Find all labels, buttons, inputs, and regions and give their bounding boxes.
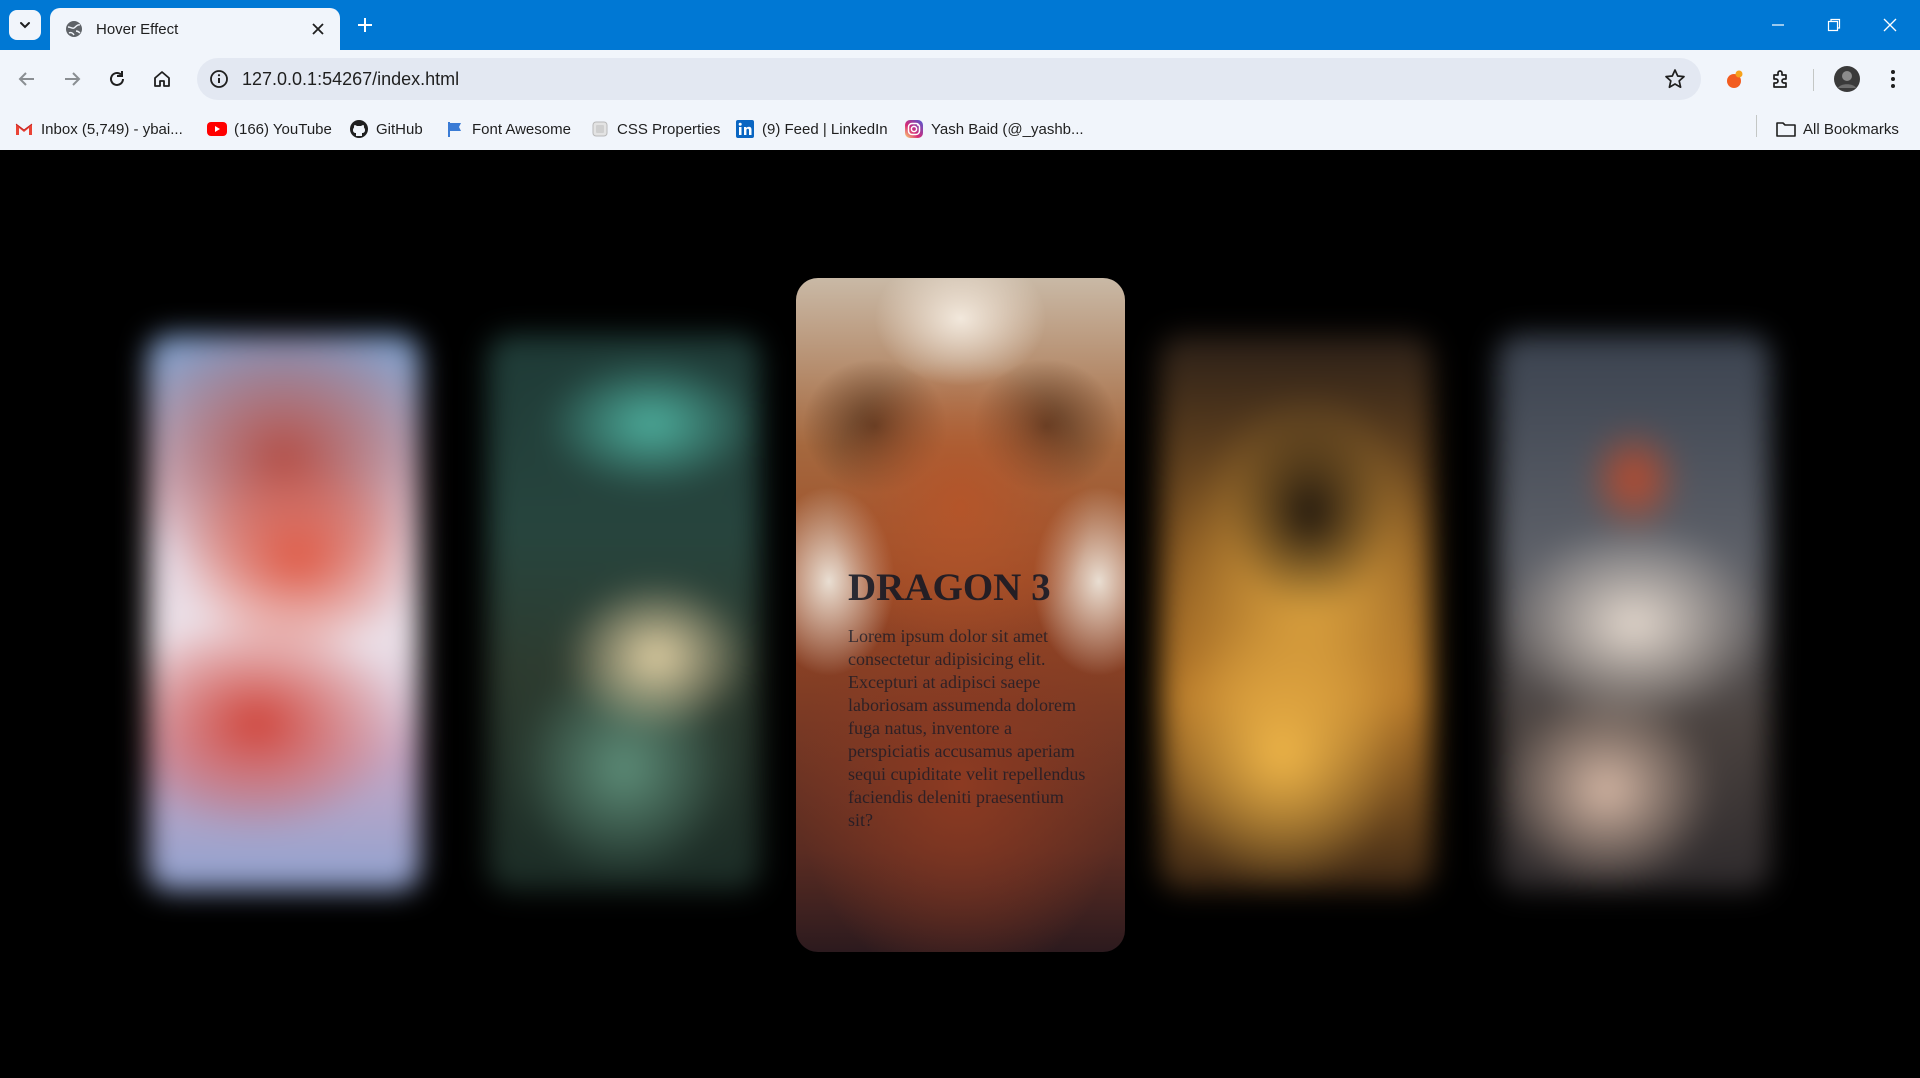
profile-button[interactable] — [1830, 62, 1864, 96]
puzzle-icon — [1773, 70, 1787, 88]
url-text[interactable]: 127.0.0.1:54267/index.html — [242, 69, 459, 90]
all-bookmarks-button[interactable]: All Bookmarks — [1776, 117, 1899, 141]
github-icon — [349, 119, 369, 139]
tab-search-button[interactable] — [9, 10, 41, 40]
toolbar-divider — [1813, 69, 1814, 91]
close-window-button[interactable] — [1862, 0, 1918, 50]
page-icon — [590, 119, 610, 139]
close-tab-icon[interactable] — [308, 19, 328, 39]
instagram-icon — [904, 119, 924, 139]
card-title: DRAGON 3 — [848, 566, 1051, 609]
restore-button[interactable] — [1806, 0, 1862, 50]
bookmark-gmail[interactable]: Inbox (5,749) - ybai... — [14, 117, 183, 141]
arrow-left-icon — [18, 72, 34, 86]
home-icon — [154, 71, 170, 87]
home-button[interactable] — [145, 62, 179, 96]
fire-extension-icon — [1727, 70, 1743, 88]
chevron-down-icon — [20, 22, 30, 29]
close-icon — [1883, 18, 1897, 32]
forward-button[interactable] — [55, 62, 89, 96]
bookmark-label: Yash Baid (@_yashb... — [931, 120, 1084, 138]
bookmarks-divider — [1756, 115, 1757, 137]
dragon-card-5[interactable] — [1498, 335, 1770, 890]
title-bar: Hover Effect — [0, 0, 1920, 50]
font-awesome-icon — [445, 119, 465, 139]
bookmark-star-icon[interactable] — [1663, 67, 1687, 91]
gmail-icon — [14, 119, 34, 139]
bookmark-github[interactable]: GitHub — [349, 117, 423, 141]
dragon-card-3[interactable]: DRAGON 3 Lorem ipsum dolor sit amet cons… — [796, 278, 1125, 952]
linkedin-icon — [735, 119, 755, 139]
bookmark-css-properties[interactable]: CSS Properties — [590, 117, 720, 141]
restore-icon — [1827, 18, 1841, 32]
bookmarks-bar: Inbox (5,749) - ybai... (166) YouTube Gi… — [0, 108, 1920, 150]
globe-icon — [64, 19, 84, 39]
reload-button[interactable] — [100, 62, 134, 96]
card-content: DRAGON 3 Lorem ipsum dolor sit amet cons… — [848, 568, 1088, 832]
bookmark-font-awesome[interactable]: Font Awesome — [445, 117, 571, 141]
browser-tab[interactable]: Hover Effect — [50, 8, 340, 50]
bookmark-instagram[interactable]: Yash Baid (@_yashb... — [904, 117, 1084, 141]
dragon-card-2[interactable] — [488, 335, 760, 890]
bookmark-label: Font Awesome — [472, 120, 571, 138]
extensions-menu-button[interactable] — [1764, 62, 1798, 96]
bookmark-label: CSS Properties — [617, 120, 721, 138]
bookmark-linkedin[interactable]: (9) Feed | LinkedIn — [735, 117, 888, 141]
bookmark-youtube[interactable]: (166) YouTube — [207, 117, 332, 141]
page-content: DRAGON 3 Lorem ipsum dolor sit amet cons… — [0, 150, 1920, 1078]
extension-button[interactable] — [1718, 62, 1752, 96]
address-bar[interactable]: 127.0.0.1:54267/index.html — [197, 58, 1701, 100]
dragon-card-1[interactable] — [148, 335, 420, 890]
plus-icon — [358, 18, 372, 32]
minimize-button[interactable] — [1750, 0, 1806, 50]
bookmark-label: (166) YouTube — [234, 120, 332, 138]
youtube-icon — [207, 119, 227, 139]
dragon-card-4[interactable] — [1160, 335, 1432, 890]
bookmark-label: (9) Feed | LinkedIn — [762, 120, 888, 138]
folder-icon — [1776, 119, 1796, 139]
reload-icon — [110, 71, 124, 86]
card-description: Lorem ipsum dolor sit amet consectetur a… — [848, 626, 1086, 830]
avatar — [1834, 66, 1860, 92]
bookmark-label: GitHub — [376, 120, 423, 138]
browser-menu-button[interactable] — [1876, 62, 1910, 96]
new-tab-button[interactable] — [352, 12, 378, 38]
bookmark-label: Inbox (5,749) - ybai... — [41, 120, 183, 138]
minimize-icon — [1772, 24, 1784, 26]
all-bookmarks-label: All Bookmarks — [1803, 120, 1899, 138]
browser-toolbar: 127.0.0.1:54267/index.html — [0, 50, 1920, 108]
tab-title: Hover Effect — [96, 20, 179, 38]
more-vertical-icon — [1891, 70, 1895, 88]
site-info-icon[interactable] — [207, 67, 231, 91]
arrow-right-icon — [65, 72, 81, 86]
back-button[interactable] — [10, 62, 44, 96]
